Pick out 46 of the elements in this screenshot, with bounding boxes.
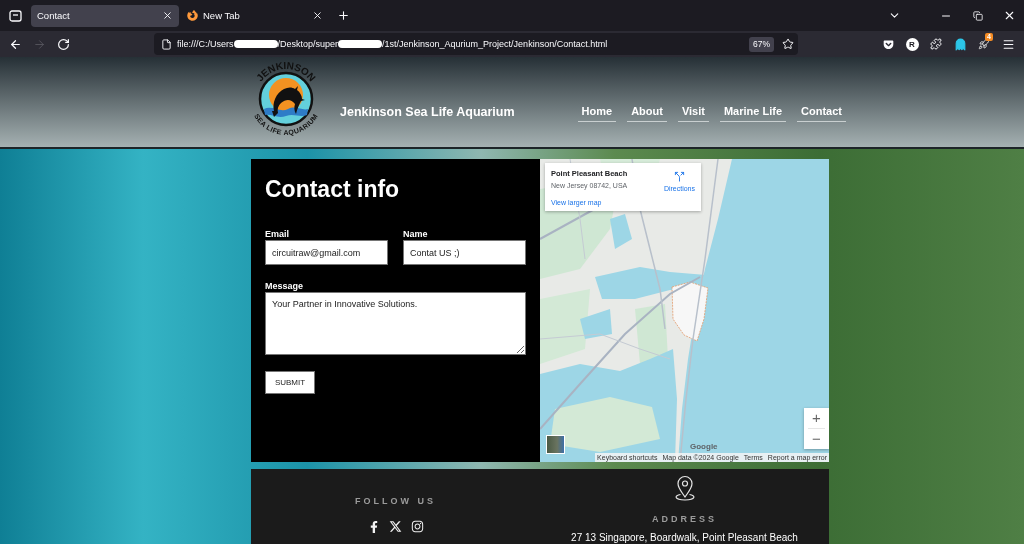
message-field[interactable]: Your Partner in Innovative Solutions. [265, 292, 526, 355]
follow-heading: FOLLOW US [355, 495, 436, 507]
ghost-icon[interactable] [953, 37, 967, 51]
address-bar[interactable]: file:///C:/Users /Desktop/super /1st/Jenkinson_Aqurium_Project/Jenkinson/Contact.html 67% [154, 33, 798, 55]
browser-tab[interactable]: New Tab [181, 4, 329, 27]
field-label: Message [265, 281, 305, 292]
new-tab-icon[interactable] [337, 9, 350, 22]
rocket-icon[interactable] [978, 38, 990, 50]
nav-link[interactable]: Home [577, 104, 617, 122]
submit-button[interactable]: SUBMIT [265, 371, 315, 394]
account-avatar[interactable]: R [905, 37, 919, 51]
browser-tab[interactable]: Contact [31, 4, 179, 27]
directions-icon[interactable] [673, 171, 685, 182]
nav-link[interactable]: Marine Life [719, 104, 787, 122]
zoom-level-badge[interactable]: 67% [749, 36, 774, 52]
input-field[interactable]: circuitraw@gmail.com [265, 240, 388, 265]
tab-title: Contact [37, 9, 70, 22]
site-title: Jenkinson Sea Life Aquarium [340, 104, 515, 120]
address-text: 27 13 Singapore, Boardwalk, Point Pleasant Beach [571, 532, 798, 543]
restore-icon[interactable] [973, 10, 983, 21]
url-text: file:///C:/Users [177, 38, 234, 50]
x-logo-icon[interactable] [388, 520, 402, 533]
pocket-icon[interactable] [882, 38, 894, 50]
url-text: /Desktop/super [277, 38, 339, 50]
zoom-out-button[interactable]: − [804, 429, 829, 449]
map-layer-thumbnail[interactable] [546, 435, 565, 454]
instagram-icon[interactable] [410, 520, 424, 533]
contact-heading: Contact info [265, 176, 401, 202]
tab-title: New Tab [203, 9, 240, 22]
bookmark-star-icon[interactable] [782, 38, 794, 50]
input-field[interactable]: Contat US ;) [403, 240, 526, 265]
close-tab-icon[interactable] [312, 10, 323, 21]
nav-link[interactable]: Contact [797, 104, 846, 122]
field-label: Email [265, 229, 290, 240]
page-icon [161, 38, 172, 50]
close-tab-icon[interactable] [162, 10, 173, 21]
nav-link[interactable]: Visit [677, 104, 709, 122]
tab-list-icon[interactable] [9, 9, 22, 22]
url-text: /1st/Jenkinson_Aqurium_Project/Jenkinson/Contact.html [382, 38, 608, 50]
address-heading: ADDRESS [652, 513, 717, 525]
menu-icon[interactable] [1001, 37, 1015, 51]
field-label: Name [403, 229, 429, 240]
zoom-in-button[interactable]: + [804, 408, 829, 428]
map-logo: Google [690, 442, 718, 451]
nav-link[interactable]: About [627, 104, 667, 122]
extensions-icon[interactable] [930, 38, 942, 50]
